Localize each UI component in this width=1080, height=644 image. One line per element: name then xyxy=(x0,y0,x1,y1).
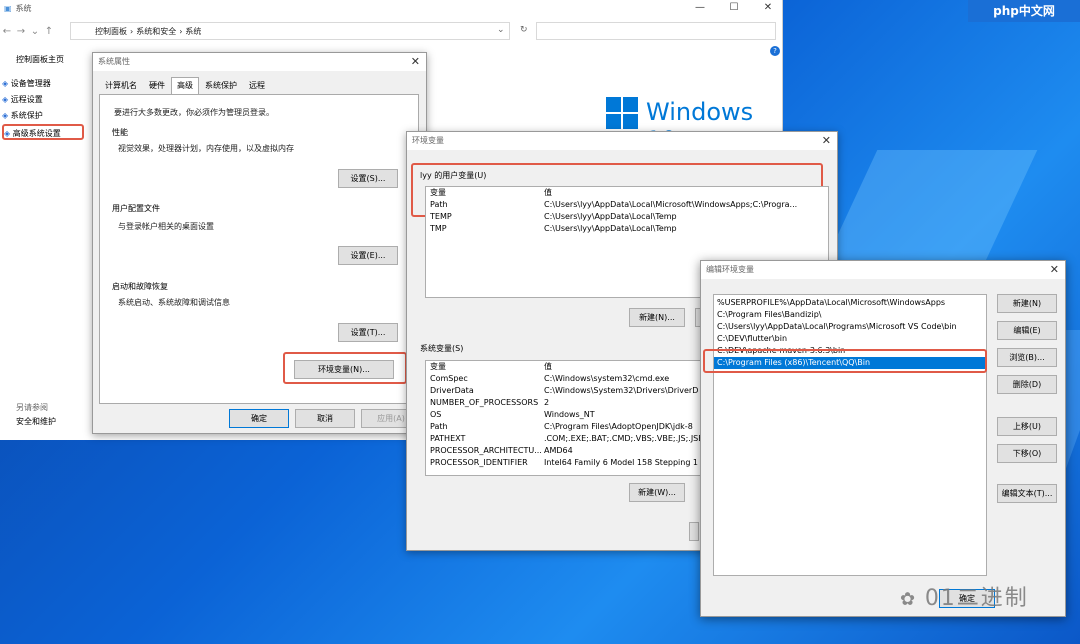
new-user-variable-button[interactable]: 新建(N)... xyxy=(629,308,685,327)
performance-desc: 视觉效果，处理器计划，内存使用，以及虚拟内存 xyxy=(118,144,294,153)
dialog-title: 系统属性 xyxy=(93,53,426,71)
system-window-title: 系统 xyxy=(15,3,32,13)
wechat-icon: ✿ xyxy=(900,589,925,610)
move-up-button[interactable]: 上移(U) xyxy=(997,417,1057,436)
breadcrumb-item[interactable]: 系统 xyxy=(185,26,201,37)
left-nav-item-protection[interactable]: ◈ 系统保护 xyxy=(2,108,84,124)
move-down-button[interactable]: 下移(O) xyxy=(997,444,1057,463)
startup-recovery-title: 启动和故障恢复 xyxy=(112,282,168,291)
new-system-variable-button[interactable]: 新建(W)... xyxy=(629,483,685,502)
new-entry-button[interactable]: 新建(N) xyxy=(997,294,1057,313)
startup-settings-button[interactable]: 设置(T)... xyxy=(338,323,398,342)
cancel-button[interactable]: 取消 xyxy=(295,409,355,428)
chevron-right-icon: › xyxy=(179,26,183,36)
see-also-title: 另请参阅 xyxy=(16,403,48,412)
edit-text-button[interactable]: 编辑文本(T)... xyxy=(997,484,1057,503)
shield-icon: ◈ xyxy=(2,79,11,88)
list-item[interactable]: %USERPROFILE%\AppData\Local\Microsoft\Wi… xyxy=(714,297,986,309)
list-item[interactable]: C:\DEV\flutter\bin xyxy=(714,333,986,345)
left-nav: ◈ 设备管理器 ◈ 远程设置 ◈ 系统保护 ◈ 高级系统设置 xyxy=(2,76,84,140)
security-maintenance-link[interactable]: 安全和维护 xyxy=(16,416,56,427)
ok-button[interactable]: 确定 xyxy=(229,409,289,428)
breadcrumb-item[interactable]: 系统和安全 xyxy=(136,26,176,37)
dialog-title: 编辑环境变量 xyxy=(701,261,1065,279)
close-icon[interactable]: ✕ xyxy=(1050,263,1059,276)
performance-title: 性能 xyxy=(112,128,128,137)
left-nav-item-remote[interactable]: ◈ 远程设置 xyxy=(2,92,84,108)
close-icon[interactable]: ✕ xyxy=(411,55,420,68)
system-window-titlebar: ▣ 系统 xyxy=(0,0,782,16)
shield-icon: ◈ xyxy=(2,111,11,120)
startup-recovery-desc: 系统启动、系统故障和调试信息 xyxy=(118,298,230,307)
system-variables-title: 系统变量(S) xyxy=(420,344,464,353)
edit-environment-variable-dialog: 编辑环境变量 ✕ %USERPROFILE%\AppData\Local\Mic… xyxy=(700,260,1066,617)
table-row[interactable]: TMP C:\Users\lyy\AppData\Local\Temp xyxy=(426,223,828,235)
list-item[interactable]: C:\Program Files\Bandizip\ xyxy=(714,309,986,321)
tab-computer-name[interactable]: 计算机名 xyxy=(99,77,143,94)
search-input[interactable] xyxy=(536,22,776,40)
back-icon[interactable]: ← xyxy=(0,26,14,37)
tab-remote[interactable]: 远程 xyxy=(243,77,271,94)
table-row[interactable]: Path C:\Users\lyy\AppData\Local\Microsoft… xyxy=(426,199,828,211)
dialog-title: 环境变量 xyxy=(407,132,837,150)
advanced-tab-panel: 要进行大多数更改，你必须作为管理员登录。 性能 视觉效果，处理器计划，内存使用，… xyxy=(99,94,419,404)
shield-icon: ◈ xyxy=(2,95,11,104)
control-panel-home-link[interactable]: 控制面板主页 xyxy=(16,54,64,65)
delete-entry-button[interactable]: 删除(D) xyxy=(997,375,1057,394)
admin-note: 要进行大多数更改，你必须作为管理员登录。 xyxy=(114,108,274,117)
performance-settings-button[interactable]: 设置(S)... xyxy=(338,169,398,188)
breadcrumb-item[interactable]: 控制面板 xyxy=(95,26,127,37)
left-nav-item-device-manager[interactable]: ◈ 设备管理器 xyxy=(2,76,84,92)
dropdown-icon[interactable]: ⌄ xyxy=(497,25,505,35)
chevron-down-icon[interactable]: ⌄ xyxy=(28,26,42,37)
tab-system-protection[interactable]: 系统保护 xyxy=(199,77,243,94)
tab-hardware[interactable]: 硬件 xyxy=(143,77,171,94)
browse-button[interactable]: 浏览(B)... xyxy=(997,348,1057,367)
edit-entry-button[interactable]: 编辑(E) xyxy=(997,321,1057,340)
forward-icon[interactable]: → xyxy=(14,26,28,37)
windows-logo-icon xyxy=(606,97,638,129)
left-nav-item-advanced[interactable]: ◈ 高级系统设置 xyxy=(2,124,84,140)
tab-advanced[interactable]: 高级 xyxy=(171,77,199,94)
user-profile-desc: 与登录帐户相关的桌面设置 xyxy=(118,222,214,231)
watermark: ✿ 01二进制 xyxy=(900,586,1029,611)
highlight-box xyxy=(703,349,987,373)
up-icon[interactable]: ↑ xyxy=(42,26,56,37)
refresh-icon[interactable]: ↻ xyxy=(520,25,528,35)
close-icon[interactable]: ✕ xyxy=(822,134,831,147)
user-profile-title: 用户配置文件 xyxy=(112,204,160,213)
system-properties-dialog: 系统属性 ✕ 计算机名 硬件 高级 系统保护 远程 要进行大多数更改，你必须作为… xyxy=(92,52,427,434)
table-row[interactable]: TEMP C:\Users\lyy\AppData\Local\Temp xyxy=(426,211,828,223)
close-button[interactable]: ✕ xyxy=(748,0,788,16)
system-window-icon: ▣ xyxy=(4,3,12,13)
profile-settings-button[interactable]: 设置(E)... xyxy=(338,246,398,265)
path-entries-list[interactable]: %USERPROFILE%\AppData\Local\Microsoft\Wi… xyxy=(713,294,987,576)
chevron-right-icon: › xyxy=(130,26,134,36)
shield-icon: ◈ xyxy=(4,129,13,138)
environment-variables-button[interactable]: 环境变量(N)... xyxy=(294,360,394,379)
list-header: 变量值 xyxy=(430,188,552,197)
site-badge: php中文网 xyxy=(968,0,1080,22)
tab-strip: 计算机名 硬件 高级 系统保护 远程 xyxy=(99,77,271,94)
breadcrumb[interactable]: 控制面板 › 系统和安全 › 系统 xyxy=(70,22,510,40)
ok-button[interactable] xyxy=(689,522,699,541)
list-item[interactable]: C:\Users\lyy\AppData\Local\Programs\Micr… xyxy=(714,321,986,333)
user-variables-title: lyy 的用户变量(U) xyxy=(420,171,487,180)
help-icon[interactable]: ? xyxy=(770,46,780,56)
